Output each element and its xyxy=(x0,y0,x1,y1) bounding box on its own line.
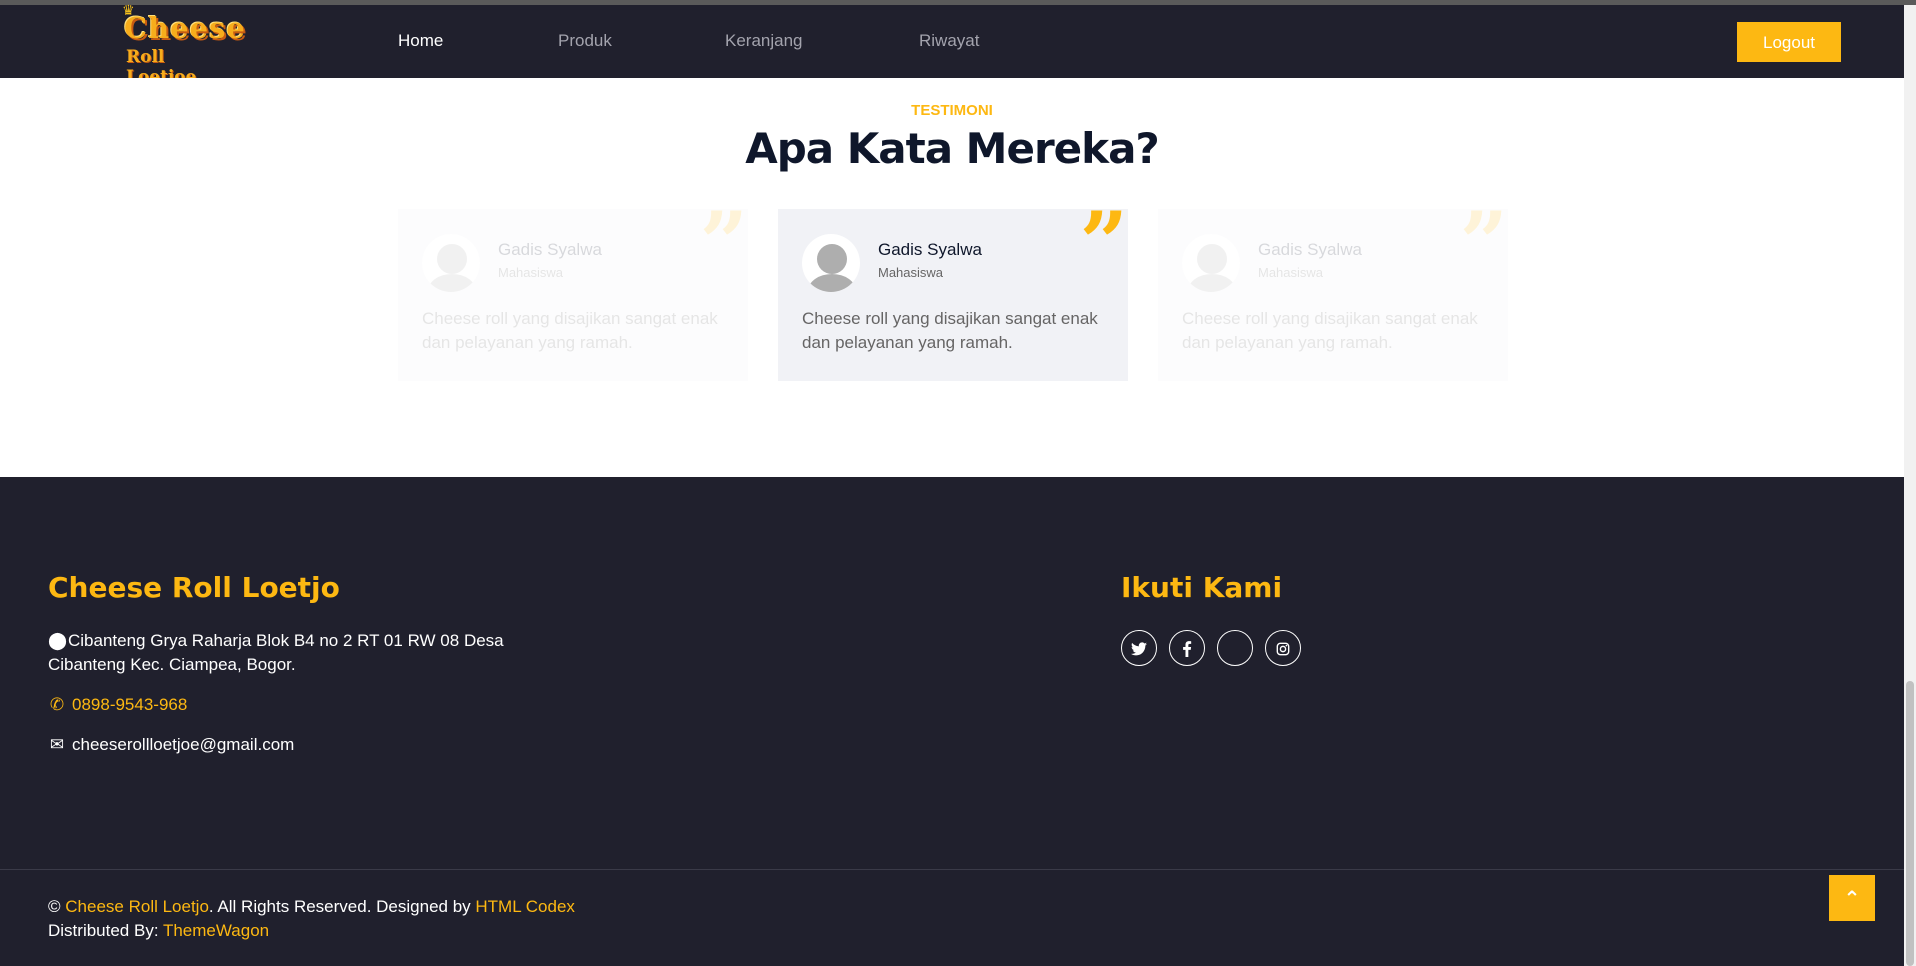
testimonial-name: Gadis Syalwa xyxy=(498,240,602,259)
footer-address: ⬤Cibanteng Grya Raharja Blok B4 no 2 RT … xyxy=(48,629,504,677)
address-line2: Cibanteng Kec. Ciampea, Bogor. xyxy=(48,655,296,674)
phone-text: 0898-9543-968 xyxy=(72,695,188,714)
footer: Cheese Roll Loetjo ⬤Cibanteng Grya Rahar… xyxy=(0,477,1904,966)
copyright-symbol: © xyxy=(48,897,61,916)
map-marker-icon: ⬤ xyxy=(48,631,68,650)
nav-riwayat[interactable]: Riwayat xyxy=(919,31,979,51)
distributor-link[interactable]: ThemeWagon xyxy=(163,921,269,940)
section-kicker: TESTIMONI xyxy=(911,102,993,119)
twitter-icon[interactable] xyxy=(1121,630,1157,666)
distributed-label: Distributed By: xyxy=(48,921,163,940)
scrollbar-thumb[interactable] xyxy=(1906,681,1914,966)
footer-phone: ✆ 0898-9543-968 xyxy=(48,693,187,717)
testimonial-section: TESTIMONI Apa Kata Mereka? Gadis Syalwa … xyxy=(0,78,1904,477)
copyright-rights: . All Rights Reserved. Designed by xyxy=(208,897,476,916)
testimonial-name: Gadis Syalwa xyxy=(878,240,982,259)
phone-icon: ✆ xyxy=(49,695,65,714)
designer-link[interactable]: HTML Codex xyxy=(475,897,575,916)
avatar xyxy=(802,234,860,292)
logout-button[interactable]: Logout xyxy=(1737,22,1841,62)
quote-icon: ” xyxy=(1459,193,1508,292)
avatar xyxy=(1182,234,1240,292)
footer-brand-title: Cheese Roll Loetjo xyxy=(48,571,340,604)
testimonial-text: Cheese roll yang disajikan sangat enak d… xyxy=(802,309,1098,352)
brand-logo[interactable]: ♛ Cheese Roll Loetjoe xyxy=(120,3,245,87)
address-line1: Cibanteng Grya Raharja Blok B4 no 2 RT 0… xyxy=(68,631,504,650)
testimonial-role: Mahasiswa xyxy=(1258,265,1324,280)
testimonial-card[interactable]: Gadis Syalwa Mahasiswa ” Cheese roll yan… xyxy=(1158,201,1508,381)
testimonial-card[interactable]: Gadis Syalwa Mahasiswa ” Cheese roll yan… xyxy=(398,201,748,381)
double-chevron-up-icon: ⌃ xyxy=(1843,886,1861,910)
quote-icon: ” xyxy=(699,193,748,292)
facebook-icon[interactable] xyxy=(1169,630,1205,666)
copyright-brand-link[interactable]: Cheese Roll Loetjo xyxy=(65,897,209,916)
avatar xyxy=(422,234,480,292)
back-to-top-button[interactable]: ⌃ xyxy=(1829,875,1875,921)
section-title: Apa Kata Mereka? xyxy=(745,124,1160,173)
nav-produk[interactable]: Produk xyxy=(558,31,612,51)
logo-text-line1: Cheese xyxy=(124,11,246,45)
testimonial-role: Mahasiswa xyxy=(498,265,564,280)
testimonial-card-active[interactable]: Gadis Syalwa Mahasiswa ” Cheese roll yan… xyxy=(778,201,1128,381)
testimonial-text: Cheese roll yang disajikan sangat enak d… xyxy=(422,309,718,352)
testimonial-text: Cheese roll yang disajikan sangat enak d… xyxy=(1182,309,1478,352)
youtube-icon[interactable] xyxy=(1217,630,1253,666)
navbar: ♛ Cheese Roll Loetjoe Home Produk Keranj… xyxy=(0,3,1904,87)
testimonial-name: Gadis Syalwa xyxy=(1258,240,1362,259)
scrollbar[interactable] xyxy=(1904,5,1916,966)
instagram-icon[interactable] xyxy=(1265,630,1301,666)
envelope-icon: ✉ xyxy=(49,735,65,754)
footer-email: ✉ cheeserollloetjoe@gmail.com xyxy=(48,733,294,757)
copyright: © Cheese Roll Loetjo. All Rights Reserve… xyxy=(48,895,575,943)
footer-divider xyxy=(0,869,1904,870)
email-text: cheeserollloetjoe@gmail.com xyxy=(72,735,295,754)
nav-home[interactable]: Home xyxy=(398,31,443,51)
quote-icon: ” xyxy=(1079,193,1128,292)
follow-title: Ikuti Kami xyxy=(1121,571,1283,604)
testimonial-role: Mahasiswa xyxy=(878,265,944,280)
nav-keranjang[interactable]: Keranjang xyxy=(725,31,803,51)
